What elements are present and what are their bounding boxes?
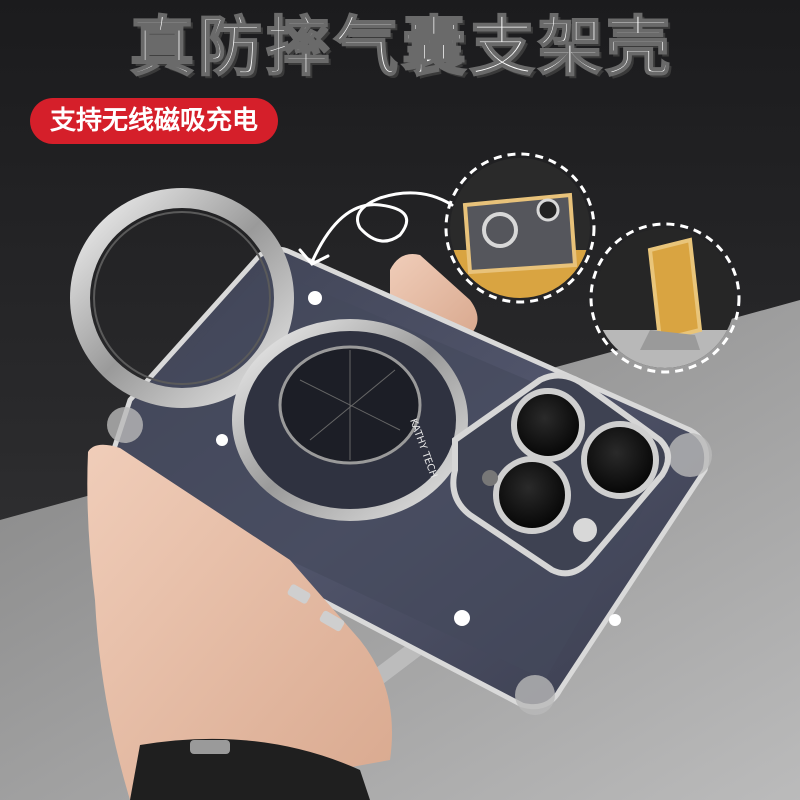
camera-sensor [482, 470, 498, 486]
magsafe-mount [232, 319, 468, 521]
camera-lens-top [511, 388, 585, 462]
headline-title: 真防摔气囊支架壳 [129, 10, 674, 86]
camera-lens-right [581, 421, 659, 499]
wireless-charging-badge: 支持无线磁吸充电 [30, 98, 279, 144]
camera-flash [573, 518, 597, 542]
camera-lens-bottom [493, 456, 571, 534]
watch-buckle [190, 740, 230, 754]
